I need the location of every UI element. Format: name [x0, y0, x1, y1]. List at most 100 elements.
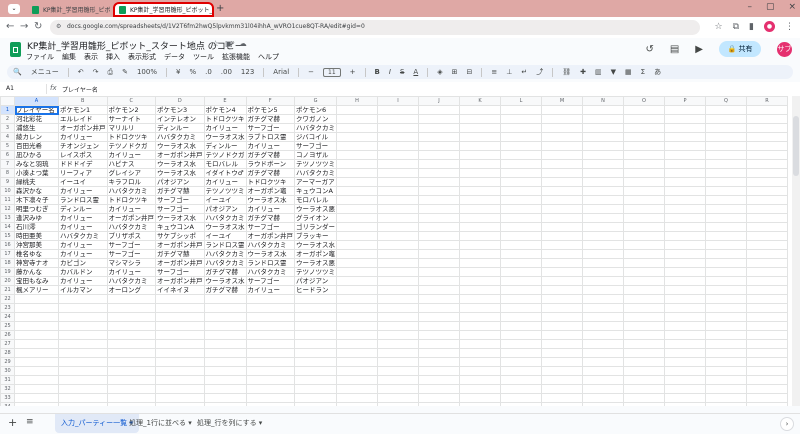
cell[interactable] [746, 132, 788, 142]
cell[interactable]: テツノツツミ [294, 267, 337, 277]
cell[interactable] [294, 303, 337, 313]
cell[interactable] [418, 168, 460, 178]
number-format-button[interactable]: 123 [241, 68, 254, 76]
cell[interactable] [582, 213, 624, 223]
cell[interactable] [623, 222, 665, 232]
cell[interactable] [705, 339, 747, 349]
cell[interactable] [155, 393, 205, 403]
cell[interactable] [623, 303, 665, 313]
cell[interactable] [582, 168, 624, 178]
cell[interactable]: ハバタクカミ [106, 276, 156, 286]
cell[interactable] [418, 267, 460, 277]
cell[interactable] [623, 366, 665, 376]
cell[interactable] [746, 177, 788, 187]
cell[interactable]: ポケモン5 [245, 105, 295, 115]
cell[interactable] [58, 393, 108, 403]
cell[interactable]: キュウコンA [155, 222, 205, 232]
cell[interactable] [746, 231, 788, 241]
cell[interactable] [500, 114, 542, 124]
cell[interactable] [336, 366, 378, 376]
cell[interactable] [664, 267, 706, 277]
cell[interactable] [664, 249, 706, 259]
cell[interactable] [245, 312, 295, 322]
cell[interactable] [582, 231, 624, 241]
cell[interactable] [582, 357, 624, 367]
cell[interactable] [418, 321, 460, 331]
cell[interactable] [541, 267, 583, 277]
cell[interactable] [155, 339, 205, 349]
cell[interactable]: サーフゴー [155, 204, 205, 214]
cell[interactable] [623, 249, 665, 259]
row-header[interactable]: 31 [0, 375, 15, 385]
cell[interactable]: コノヨザル [294, 150, 337, 160]
row-header[interactable]: 19 [0, 267, 15, 277]
cell[interactable] [705, 240, 747, 250]
cell[interactable] [582, 132, 624, 142]
cell[interactable] [541, 330, 583, 340]
cell[interactable] [664, 222, 706, 232]
cell[interactable] [541, 339, 583, 349]
cell[interactable] [14, 348, 59, 358]
cell[interactable] [664, 159, 706, 169]
cell[interactable] [705, 132, 747, 142]
cell[interactable] [459, 348, 501, 358]
cell[interactable] [377, 285, 419, 295]
cell[interactable] [336, 249, 378, 259]
cell[interactable]: カイリュー [58, 132, 108, 142]
cell[interactable]: トドロクツキ [245, 177, 295, 187]
cell[interactable] [705, 303, 747, 313]
row-header[interactable]: 4 [0, 132, 15, 142]
font-size-decrease-icon[interactable]: − [308, 68, 314, 76]
cell[interactable] [418, 276, 460, 286]
formula-input[interactable]: プレイヤー名 [62, 85, 98, 94]
insert-comment-icon[interactable]: ✚ [580, 68, 586, 76]
cloud-status-icon[interactable]: ☁ [239, 39, 247, 48]
cell[interactable]: 小湊よつ葉 [14, 168, 59, 178]
cell[interactable]: 緑桃夫 [14, 177, 59, 187]
cell[interactable] [582, 285, 624, 295]
cell[interactable] [106, 375, 156, 385]
cell[interactable] [418, 231, 460, 241]
cell[interactable]: 浦悠生 [14, 123, 59, 133]
maximize-icon[interactable]: ▢ [766, 2, 775, 12]
cell[interactable] [336, 258, 378, 268]
cell[interactable] [705, 258, 747, 268]
cell[interactable] [294, 393, 337, 403]
cell[interactable] [746, 240, 788, 250]
cell[interactable] [705, 276, 747, 286]
cell[interactable] [294, 357, 337, 367]
cell[interactable] [203, 357, 247, 367]
cell[interactable] [294, 402, 337, 406]
cell[interactable] [14, 312, 59, 322]
menu-data[interactable]: データ [164, 52, 185, 62]
menu-search[interactable]: メニュー [31, 67, 59, 77]
cell[interactable] [746, 348, 788, 358]
cell[interactable] [623, 384, 665, 394]
currency-button[interactable]: ¥ [176, 68, 180, 76]
redo-icon[interactable]: ↷ [93, 68, 99, 76]
column-header-p[interactable]: P [664, 96, 706, 106]
comments-icon[interactable]: ▤ [670, 44, 679, 55]
column-header-b[interactable]: B [58, 96, 108, 106]
paint-format-icon[interactable]: ✎ [122, 68, 128, 76]
cell[interactable]: オーロング [106, 285, 156, 295]
cell[interactable] [14, 330, 59, 340]
cell[interactable]: レイスポス [58, 150, 108, 160]
cell[interactable] [336, 150, 378, 160]
menu-insert[interactable]: 挿入 [106, 52, 120, 62]
cell[interactable] [294, 366, 337, 376]
cell[interactable] [623, 330, 665, 340]
cell[interactable] [203, 366, 247, 376]
cell[interactable] [459, 321, 501, 331]
cell[interactable]: パオジアン [155, 177, 205, 187]
cell[interactable] [705, 222, 747, 232]
cell[interactable] [664, 402, 706, 406]
cell[interactable]: エルレイド [58, 114, 108, 124]
cell[interactable] [541, 105, 583, 115]
cell[interactable] [418, 330, 460, 340]
cell[interactable] [500, 105, 542, 115]
cell[interactable]: ガチグマ赫 [245, 168, 295, 178]
back-icon[interactable]: ← [6, 21, 14, 32]
cell[interactable] [582, 348, 624, 358]
cell[interactable] [418, 312, 460, 322]
